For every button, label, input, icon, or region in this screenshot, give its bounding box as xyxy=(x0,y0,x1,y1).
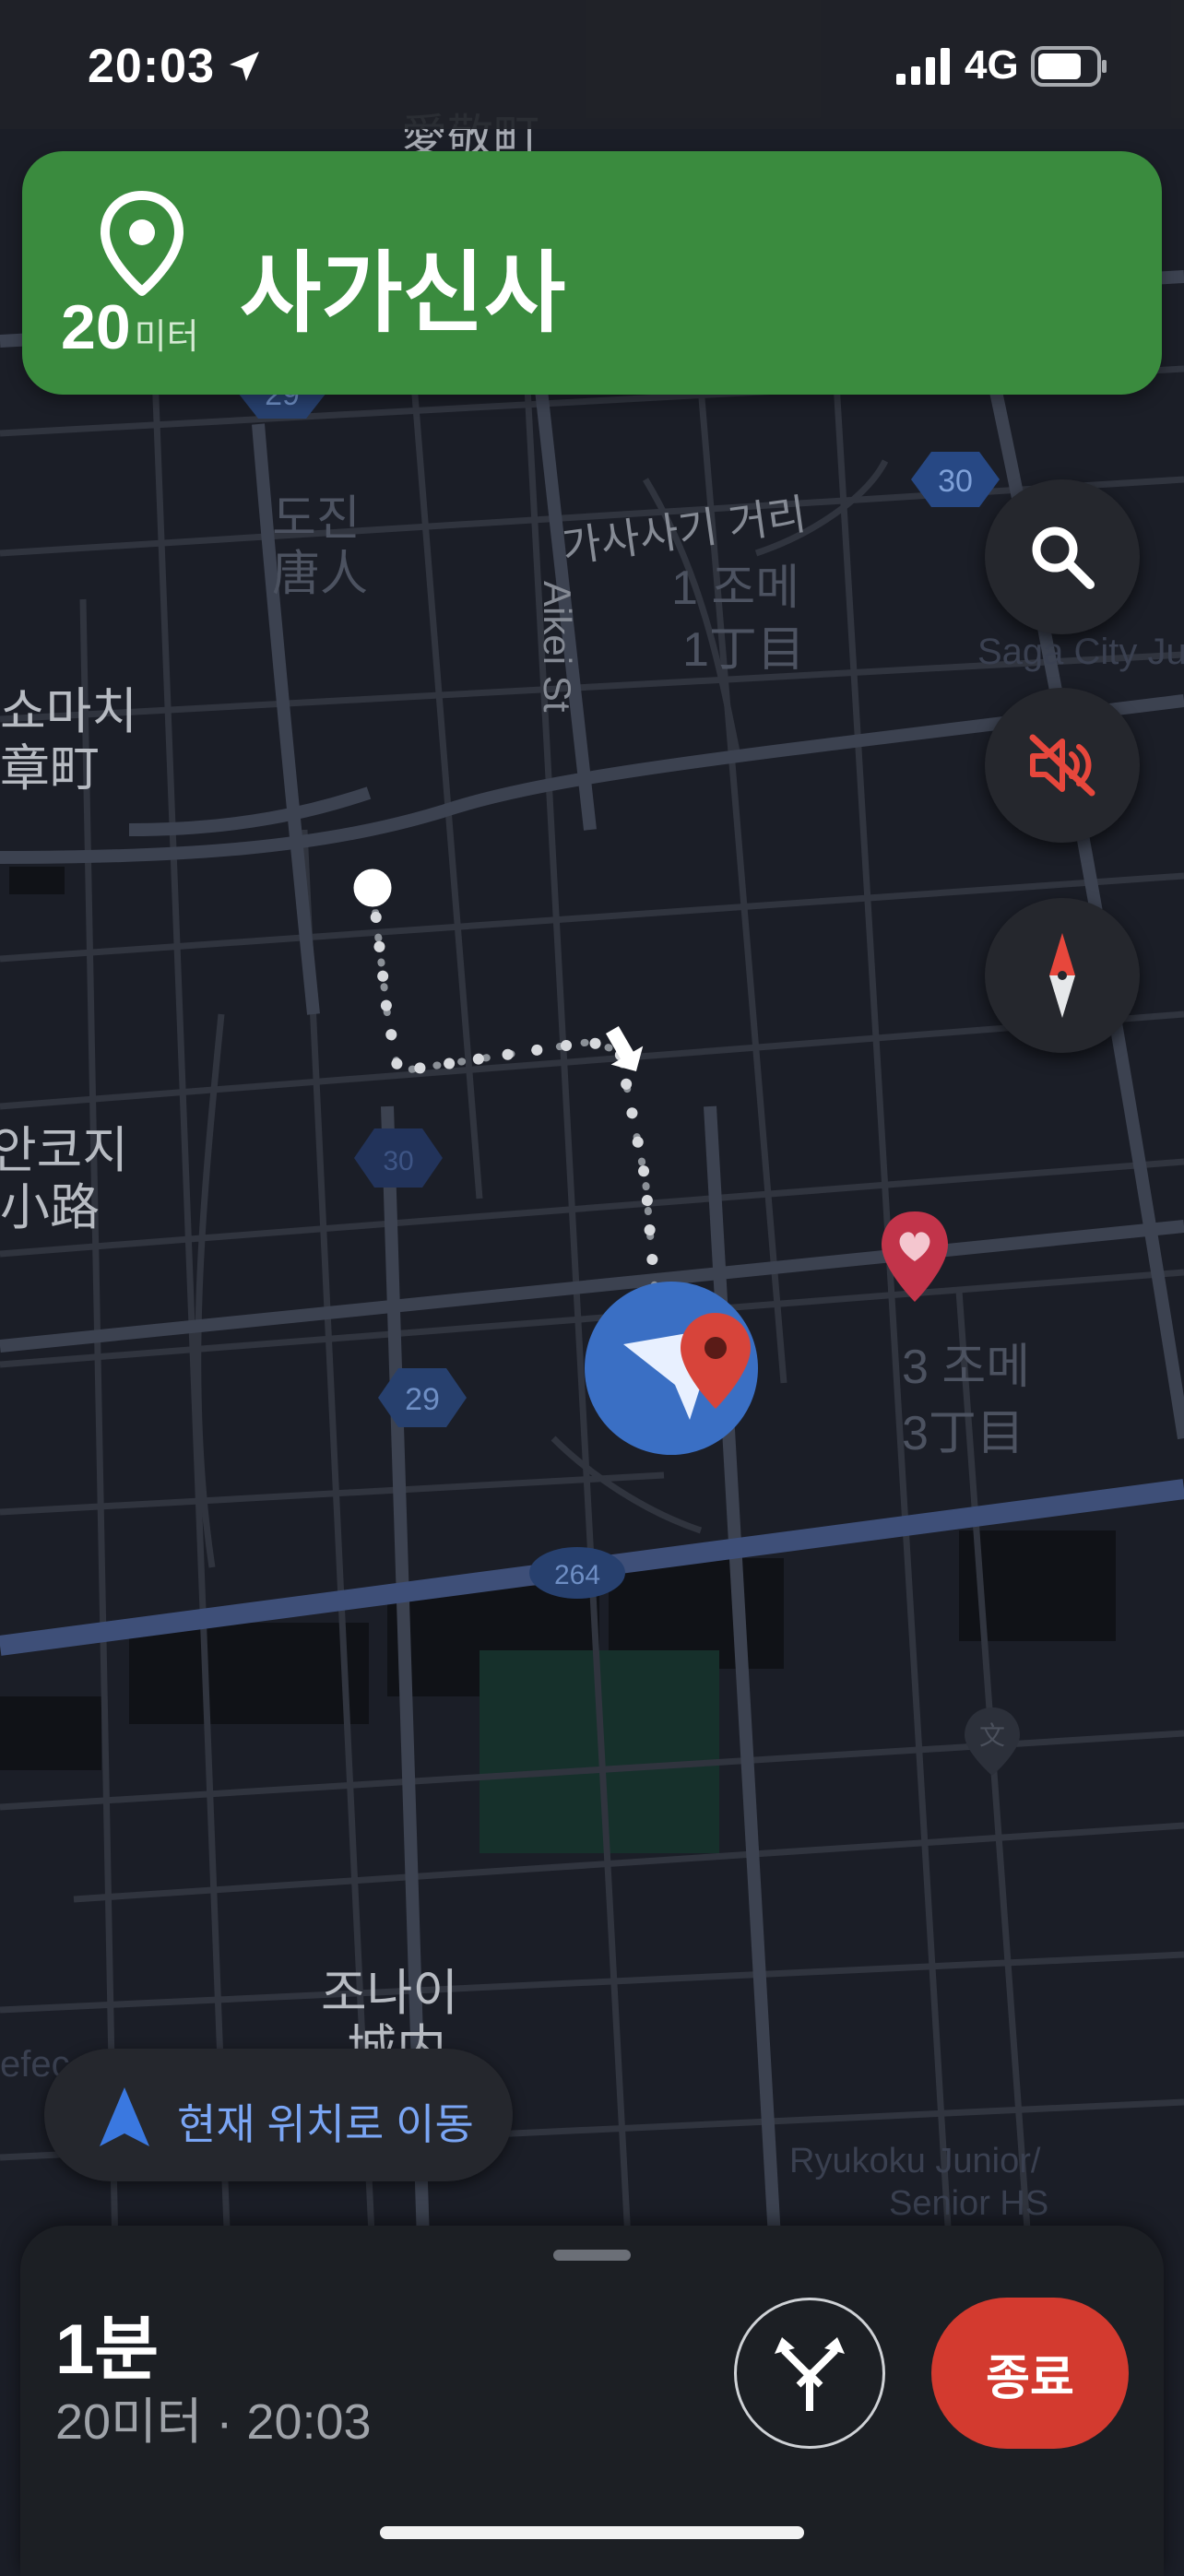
svg-text:文: 文 xyxy=(979,1721,1005,1750)
signal-bars-icon xyxy=(896,48,950,85)
label-3-jome: 3 조메 xyxy=(902,1341,1030,1394)
destination-pin-icon xyxy=(101,191,184,296)
label-tojin: 도진 xyxy=(272,492,361,546)
trip-summary-sheet[interactable]: 1분 20미터 · 20:03 종료 xyxy=(20,2226,1164,2576)
distance-unit: 미터 xyxy=(134,318,199,357)
sound-off-icon xyxy=(1029,734,1095,797)
label-ryukoku-2: Senior HS xyxy=(889,2184,1048,2223)
navigation-instruction-banner[interactable]: 20 미터 사가신사 xyxy=(22,151,1162,395)
recenter-label: 현재 위치로 이동 xyxy=(177,2100,474,2148)
exit-label: 종료 xyxy=(986,2351,1074,2405)
search-icon xyxy=(1032,526,1095,589)
label-1-jome: 1 조메 xyxy=(671,561,799,615)
street-name: 사가신사 xyxy=(240,244,566,343)
svg-text:30: 30 xyxy=(938,464,973,499)
mute-button[interactable] xyxy=(985,688,1140,843)
svg-text:30: 30 xyxy=(383,1146,413,1176)
recenter-button[interactable]: 현재 위치로 이동 xyxy=(44,2049,513,2181)
label-jonai: 조나이 xyxy=(321,1966,458,2021)
alternate-routes-button[interactable] xyxy=(734,2298,885,2449)
search-button[interactable] xyxy=(985,479,1140,634)
exit-navigation-button[interactable]: 종료 xyxy=(931,2298,1129,2449)
route-start-dot xyxy=(350,866,395,910)
compass-button[interactable] xyxy=(985,898,1140,1053)
label-3-chome-kanji: 3丁目 xyxy=(902,1407,1024,1460)
navigation-arrow-icon xyxy=(100,2087,149,2146)
eta-distance-arrival: 20미터 · 20:03 xyxy=(55,2394,372,2450)
sheet-drag-handle[interactable] xyxy=(553,2250,631,2261)
status-bar: 20:03 4G xyxy=(0,0,1184,129)
network-type: 4G xyxy=(965,42,1019,88)
label-saga-city: Saga City Ju xyxy=(977,632,1184,672)
label-shomachi: 쇼마치 xyxy=(0,684,137,739)
distance-to-turn: 20 미터 xyxy=(61,291,199,363)
label-shomachi-kanji: 章町 xyxy=(0,741,100,797)
distance-value: 20 xyxy=(61,292,131,362)
label-aikei-st: Aikei St xyxy=(536,581,579,713)
label-ryukoku: Ryukoku Junior/ xyxy=(789,2142,1041,2180)
svg-text:264: 264 xyxy=(554,1560,600,1590)
alternate-routes-icon xyxy=(775,2337,845,2411)
home-indicator[interactable] xyxy=(380,2526,804,2539)
battery-icon xyxy=(1031,46,1107,87)
label-1-chome-kanji: 1丁目 xyxy=(682,623,805,677)
svg-text:29: 29 xyxy=(405,1382,440,1417)
compass-icon xyxy=(1049,933,1075,1018)
location-arrow-icon xyxy=(230,52,259,81)
label-ankoji: 안코지 xyxy=(0,1123,128,1178)
label-tojin-kanji: 唐人 xyxy=(272,548,368,601)
eta-duration: 1분 xyxy=(55,2310,160,2389)
label-koji-kanji: 小路 xyxy=(0,1180,100,1235)
status-time: 20:03 xyxy=(88,40,215,93)
